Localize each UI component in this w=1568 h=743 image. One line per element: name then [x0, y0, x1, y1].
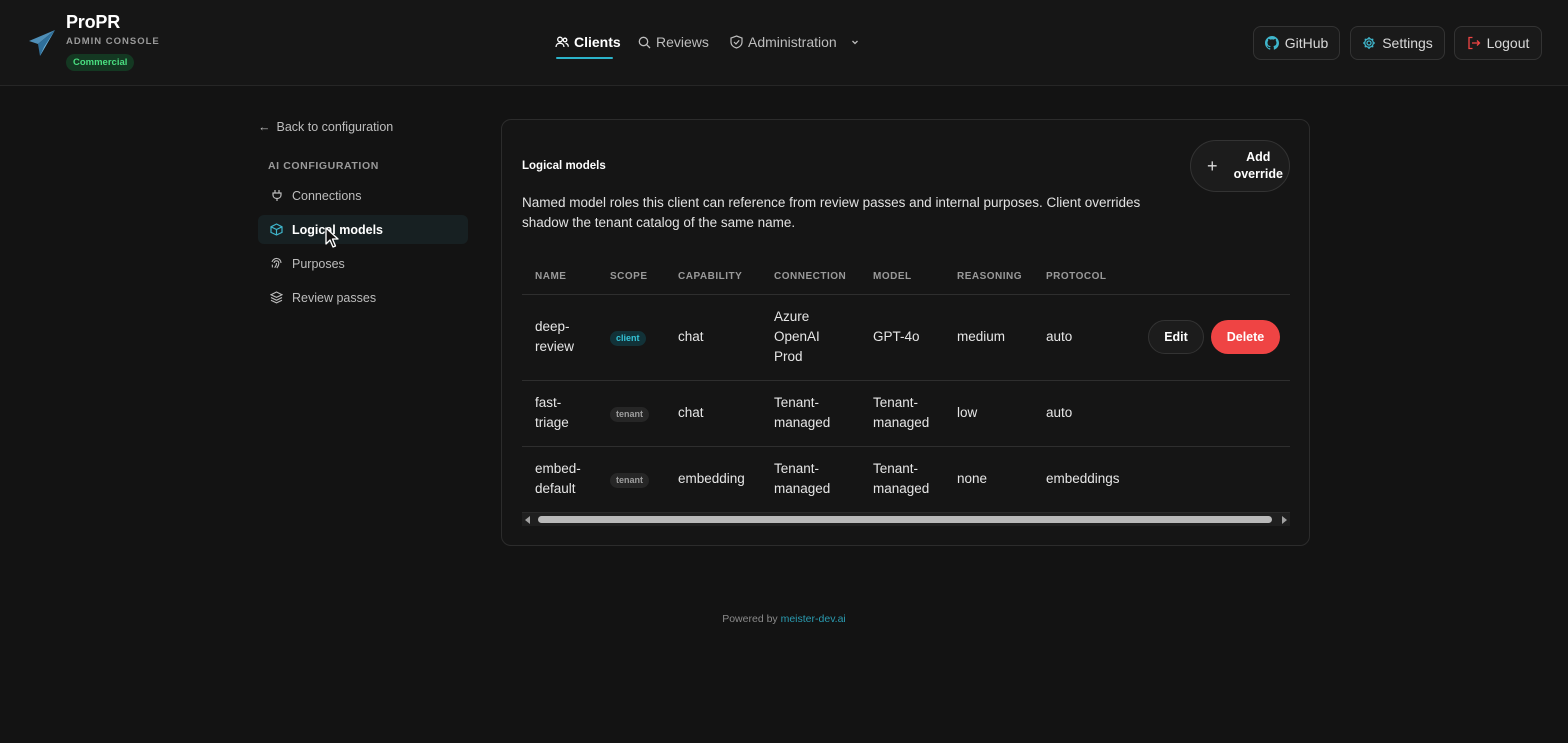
add-override-button[interactable]: + Add override	[1190, 140, 1290, 192]
cell-protocol: embeddings	[1046, 471, 1120, 487]
cell-name: fast-triage	[522, 380, 597, 447]
logout-icon	[1467, 36, 1480, 50]
cell-actions	[1127, 446, 1290, 512]
settings-button[interactable]: Settings	[1350, 26, 1445, 60]
back-to-configuration-link[interactable]: ← Back to configuration	[258, 120, 393, 134]
nav-clients[interactable]: Clients	[555, 33, 621, 51]
column-header-model[interactable]: MODEL	[860, 260, 944, 295]
cell-capability: chat	[665, 294, 761, 381]
column-header-protocol[interactable]: PROTOCOL	[1033, 260, 1127, 295]
brand: ProPR ADMIN CONSOLE Commercial	[66, 12, 160, 71]
arrow-left-icon: ←	[258, 120, 271, 134]
users-icon	[555, 36, 569, 48]
table-row: deep-review client chat Azure OpenAI Pro…	[522, 294, 1290, 381]
gear-icon	[1363, 37, 1376, 49]
column-header-reasoning[interactable]: REASONING	[944, 260, 1033, 295]
plug-icon	[270, 189, 283, 202]
cell-scope: client	[597, 294, 665, 381]
scroll-right-arrow-icon[interactable]	[1282, 516, 1287, 524]
cube-icon	[270, 223, 283, 236]
delete-button[interactable]: Delete	[1211, 320, 1280, 354]
paper-plane-logo-icon[interactable]	[28, 28, 56, 58]
table-row: embed-default tenant embedding Tenant-ma…	[522, 446, 1290, 512]
sidebar-item-logical-models[interactable]: Logical models	[258, 215, 468, 244]
sidebar-item-label: Purposes	[292, 256, 345, 271]
cell-scope: tenant	[597, 380, 665, 447]
cell-connection: Azure OpenAI Prod	[761, 294, 860, 381]
cell-model: Tenant-managed	[873, 461, 930, 497]
cell-actions	[1127, 380, 1290, 447]
logout-button[interactable]: Logout	[1454, 26, 1542, 60]
active-nav-indicator	[556, 57, 613, 59]
nav-reviews-label: Reviews	[656, 34, 709, 50]
add-override-label: Add override	[1233, 150, 1283, 181]
cell-actions: Edit Delete	[1127, 294, 1290, 381]
cell-name: deep-review	[522, 294, 597, 381]
cell-capability: chat	[665, 380, 761, 447]
cell-capability: embedding	[678, 471, 745, 487]
cell-scope: tenant	[597, 446, 665, 512]
layers-icon	[270, 291, 283, 304]
horizontal-scrollbar[interactable]	[522, 512, 1290, 526]
scope-badge: tenant	[610, 407, 649, 422]
scope-badge: tenant	[610, 473, 649, 489]
column-header-connection[interactable]: CONNECTION	[761, 260, 860, 295]
scope-badge: client	[610, 331, 646, 346]
column-header-name[interactable]: NAME	[522, 260, 597, 295]
edition-badge: Commercial	[66, 54, 135, 71]
plus-icon: +	[1207, 155, 1218, 176]
sidebar-item-purposes[interactable]: Purposes	[258, 249, 468, 278]
cell-name: embed-default	[535, 461, 581, 497]
sidebar-item-label: Connections	[292, 188, 362, 203]
table-row: fast-triage tenant chat Tenant-managed T…	[522, 380, 1290, 447]
cell-reasoning: none	[957, 471, 988, 487]
cell-connection: Tenant-managed	[774, 461, 831, 497]
logical-models-card: Logical models Named model roles this cl…	[501, 119, 1310, 546]
sidebar-item-review-passes[interactable]: Review passes	[258, 283, 468, 312]
cell-protocol: auto	[1033, 380, 1127, 447]
mouse-pointer-icon	[325, 227, 339, 248]
column-header-actions	[1127, 260, 1290, 295]
app-name: ProPR	[66, 12, 121, 32]
column-header-scope[interactable]: SCOPE	[597, 260, 665, 295]
sidebar-section-title: AI CONFIGURATION	[268, 160, 379, 172]
scrollbar-thumb[interactable]	[538, 516, 1272, 523]
fingerprint-icon	[270, 257, 283, 270]
sidebar-item-connections[interactable]: Connections	[258, 181, 468, 210]
github-button[interactable]: GitHub	[1253, 26, 1340, 60]
chevron-down-icon	[851, 40, 858, 45]
logical-models-table: NAME SCOPE CAPABILITY CONNECTION MODEL R…	[522, 260, 1290, 512]
nav-administration-label: Administration	[748, 34, 837, 50]
logout-label: Logout	[1486, 35, 1530, 51]
search-icon	[638, 36, 651, 48]
top-bar: ProPR ADMIN CONSOLE Commercial Clients R…	[0, 0, 1568, 86]
footer-link[interactable]: meister-dev.ai	[781, 613, 846, 625]
settings-label: Settings	[1382, 35, 1433, 51]
shield-check-icon	[730, 35, 743, 49]
github-icon	[1264, 36, 1279, 50]
cell-model: Tenant-managed	[860, 380, 944, 447]
sidebar-item-label: Review passes	[292, 290, 377, 305]
cell-protocol: auto	[1033, 294, 1127, 381]
cell-connection: Tenant-managed	[761, 380, 860, 447]
nav-clients-label: Clients	[574, 34, 621, 50]
cell-reasoning: medium	[944, 294, 1033, 381]
table-header-row: NAME SCOPE CAPABILITY CONNECTION MODEL R…	[522, 260, 1290, 295]
card-description: Named model roles this client can refere…	[522, 195, 1141, 230]
scroll-left-arrow-icon[interactable]	[525, 516, 530, 524]
github-label: GitHub	[1284, 35, 1329, 51]
back-link-label: Back to configuration	[276, 120, 394, 134]
app-subtitle: ADMIN CONSOLE	[66, 36, 160, 47]
nav-reviews[interactable]: Reviews	[638, 33, 709, 51]
card-title: Logical models	[522, 160, 606, 172]
footer-prefix: Powered by	[722, 613, 778, 625]
column-header-capability[interactable]: CAPABILITY	[665, 260, 761, 295]
edit-button[interactable]: Edit	[1148, 320, 1204, 354]
footer: Powered by meister-dev.ai	[0, 613, 1568, 625]
cell-reasoning: low	[944, 380, 1033, 447]
nav-administration[interactable]: Administration	[730, 33, 860, 51]
cell-model: GPT-4o	[860, 294, 944, 381]
